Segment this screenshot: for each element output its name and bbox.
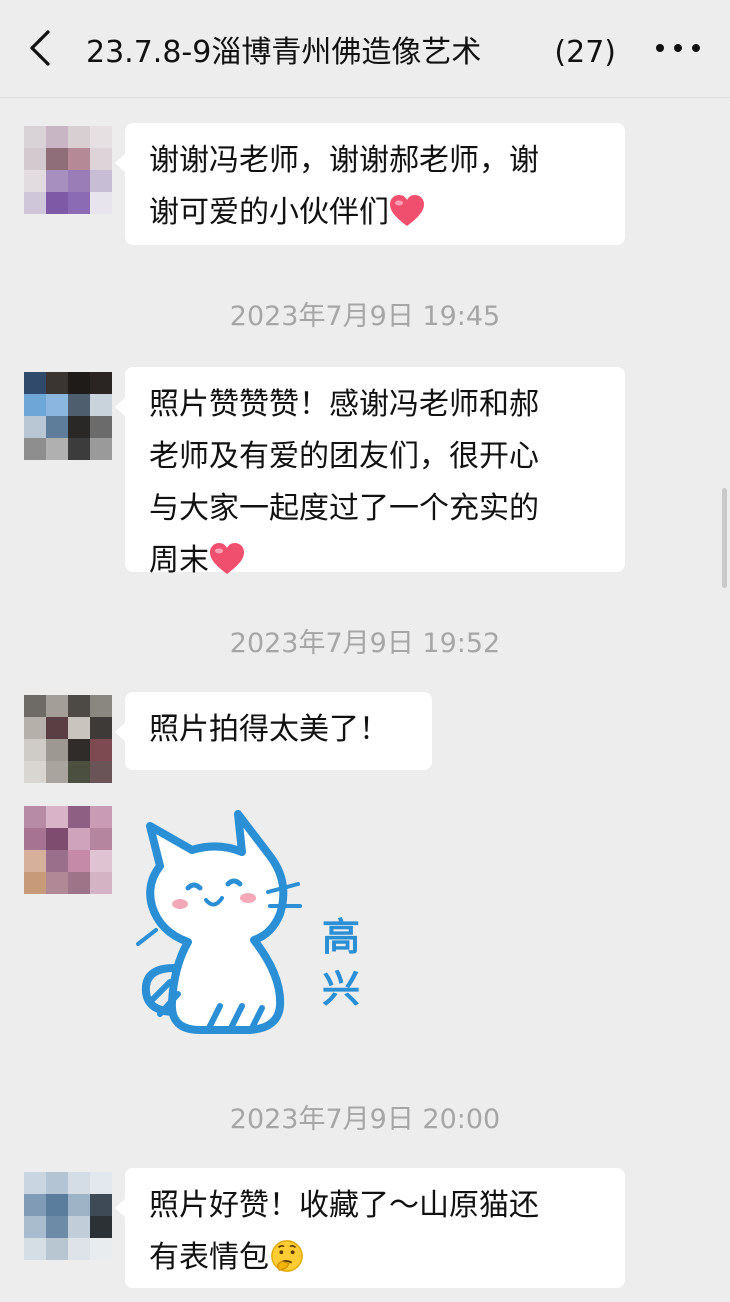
scrollbar[interactable] [722, 488, 727, 588]
group-name: 23.7.8-9淄博青州佛造像艺术 [86, 35, 482, 70]
message-bubble[interactable]: 照片好赞！收藏了～山原猫还 有表情包 [115, 1168, 625, 1288]
chat-window: 23.7.8-9淄博青州佛造像艺术 (27) 谢谢冯老师，谢谢郝老师，谢 谢可爱… [0, 0, 730, 1302]
timestamp: 2023年7月9日 20:00 [229, 1104, 501, 1135]
avatar[interactable] [24, 372, 112, 460]
message-bubble[interactable]: 照片拍得太美了！ [115, 692, 432, 770]
message-line: 与大家一起度过了一个充实的 [149, 491, 539, 526]
avatar[interactable] [24, 695, 112, 783]
chat-title[interactable]: 23.7.8-9淄博青州佛造像艺术 (27) [86, 33, 616, 73]
message-line-with-emoji: 有表情包 [149, 1232, 601, 1284]
timestamp: 2023年7月9日 19:52 [229, 628, 501, 659]
more-button[interactable] [650, 28, 706, 68]
blurred-avatar-image [24, 1172, 112, 1260]
blurred-avatar-image [24, 695, 112, 783]
message-line: 有表情包 [149, 1240, 269, 1275]
blurred-avatar-image [24, 126, 112, 214]
message-line: 照片赞赞赞！感谢冯老师和郝 [149, 387, 539, 422]
message-line: 照片拍得太美了！ [149, 712, 389, 747]
message-line: 谢谢冯老师，谢谢郝老师，谢 [149, 143, 539, 178]
avatar[interactable] [24, 1172, 112, 1260]
message-line: 老师及有爱的团友们，很开心 [149, 439, 539, 474]
member-count: (27) [550, 33, 616, 73]
message-line: 照片好赞！收藏了～山原猫还 [149, 1188, 539, 1223]
message-line-with-emoji: 谢可爱的小伙伴们 [149, 187, 601, 239]
message-bubble[interactable]: 照片赞赞赞！感谢冯老师和郝 老师及有爱的团友们，很开心 与大家一起度过了一个充实… [115, 367, 625, 578]
message-bubble[interactable]: 谢谢冯老师，谢谢郝老师，谢 谢可爱的小伙伴们 [115, 123, 625, 245]
chevron-left-icon [30, 30, 50, 66]
thinking-face-emoji-icon [271, 1240, 303, 1272]
blurred-avatar-image [24, 806, 112, 894]
avatar[interactable] [24, 126, 112, 214]
more-dots-icon [656, 44, 700, 52]
message-line: 周末 [149, 543, 209, 578]
heart-emoji-icon [210, 543, 244, 574]
sticker-text: 高 [321, 915, 360, 959]
back-button[interactable] [22, 28, 62, 68]
blurred-avatar-image [24, 372, 112, 460]
message-line: 谢可爱的小伙伴们 [149, 195, 389, 230]
message-line-with-emoji: 周末 [149, 535, 601, 587]
heart-emoji-icon [390, 195, 424, 226]
chat-header: 23.7.8-9淄博青州佛造像艺术 (27) [0, 0, 730, 98]
avatar[interactable] [24, 806, 112, 894]
timestamp: 2023年7月9日 19:45 [229, 301, 501, 332]
sticker-text: 兴 [321, 967, 360, 1011]
